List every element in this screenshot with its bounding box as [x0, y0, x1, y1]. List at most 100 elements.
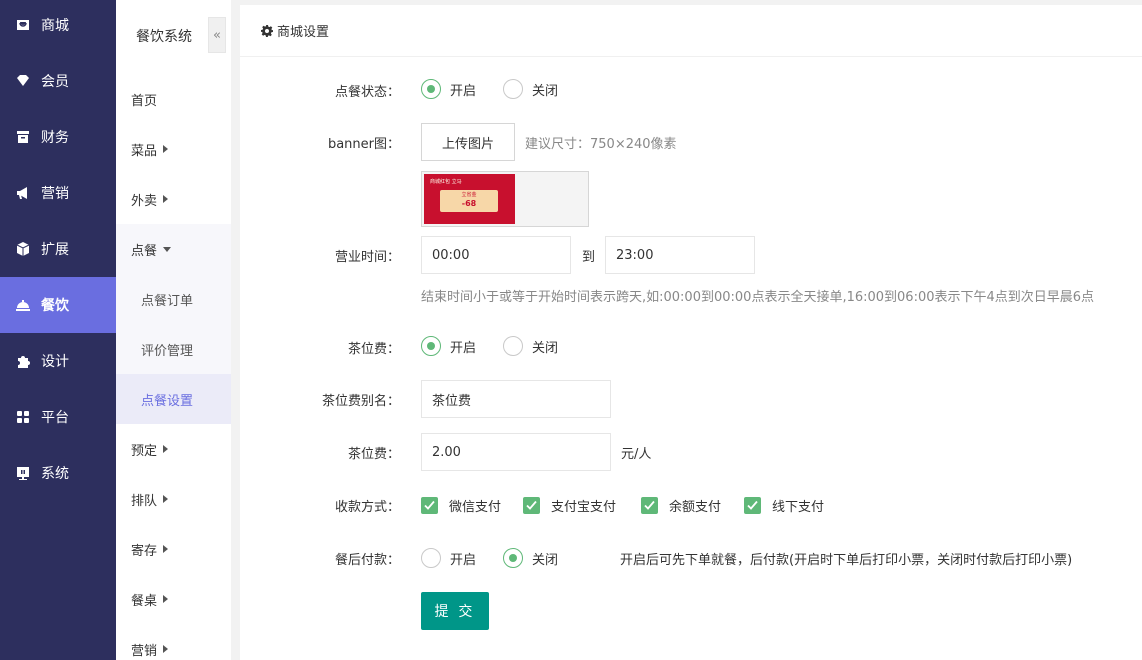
banner-coupon-amount: -68: [461, 199, 477, 208]
subnav-item-label: 菜品: [131, 143, 158, 159]
check-icon: [421, 497, 438, 514]
checkbox-label: 支付宝支付: [551, 500, 617, 515]
payment-label: 收款方式：: [334, 500, 400, 515]
check-icon: [641, 497, 658, 514]
payment-offline-checkbox[interactable]: 线下支付: [744, 496, 824, 515]
tea-alias-label: 茶位费别名：: [321, 394, 400, 409]
time-separator: 到: [582, 250, 596, 265]
panel-header: 商城设置: [240, 5, 1142, 57]
subnav-sub-label: 评价管理: [141, 343, 194, 359]
chevron-right-icon: [163, 545, 169, 553]
subnav-item-marketing[interactable]: 营销: [116, 624, 231, 660]
sidebar-item-system[interactable]: 系统: [0, 445, 116, 501]
banner-coupon: 立省金 -68: [440, 190, 498, 212]
system-icon: [16, 466, 30, 480]
subnav-sub-orders[interactable]: 点餐订单: [116, 274, 231, 324]
start-time-input[interactable]: [421, 236, 571, 274]
business-hours-label: 营业时间：: [334, 250, 400, 265]
subnav-item-label: 寄存: [131, 543, 158, 559]
submit-button[interactable]: 提 交: [421, 592, 489, 630]
subnav-item-label: 排队: [131, 493, 158, 509]
subnav-item-label: 首页: [131, 93, 158, 109]
radio-circle: [503, 548, 523, 568]
subnav-item-reservation[interactable]: 预定: [116, 424, 231, 474]
subnav-item-label: 外卖: [131, 193, 158, 209]
check-icon: [744, 497, 761, 514]
sidebar-item-label: 商城: [41, 18, 69, 34]
banner-size-hint: 建议尺寸：750×240像素: [525, 137, 677, 152]
sidebar-item-extension[interactable]: 扩展: [0, 221, 116, 277]
subnav-item-label: 餐桌: [131, 593, 158, 609]
sidebar-item-shop[interactable]: 商城: [0, 0, 116, 53]
tea-fee-on-radio[interactable]: 开启: [421, 336, 476, 356]
radio-label: 开启: [450, 340, 477, 356]
finance-icon: [16, 130, 30, 144]
sidebar-item-label: 会员: [41, 74, 69, 90]
radio-label: 关闭: [532, 552, 559, 568]
subnav-item-ordering[interactable]: 点餐: [116, 224, 231, 274]
pay-after-hint: 开启后可先下单就餐，后付款(开启时下单后打印小票，关闭时付款后打印小票): [620, 553, 1073, 568]
banner-coupon-sub: 立省金: [461, 192, 477, 198]
radio-label: 开启: [450, 83, 477, 99]
subnav-item-home[interactable]: 首页: [116, 74, 231, 124]
platform-icon: [16, 410, 30, 424]
sidebar-item-label: 平台: [41, 410, 69, 426]
tea-fee-label: 茶位费：: [347, 342, 400, 357]
subnav-item-takeout[interactable]: 外卖: [116, 174, 231, 224]
settings-panel: 商城设置 点餐状态： 开启 关闭 banner图： 上传图片 建议尺寸：750×…: [240, 5, 1142, 660]
sidebar-item-platform[interactable]: 平台: [0, 389, 116, 445]
sidebar-item-design[interactable]: 设计: [0, 333, 116, 389]
tea-price-unit: 元/人: [621, 447, 652, 462]
chevron-right-icon: [163, 495, 169, 503]
pay-after-on-radio[interactable]: 开启: [421, 548, 476, 568]
tea-alias-input[interactable]: [421, 380, 611, 418]
sidebar-item-member[interactable]: 会员: [0, 53, 116, 109]
member-icon: [16, 74, 30, 88]
sidebar-item-label: 扩展: [41, 242, 69, 258]
subnav-sub-settings[interactable]: 点餐设置: [116, 374, 231, 424]
subnav-item-storage[interactable]: 寄存: [116, 524, 231, 574]
subnav-sub-reviews[interactable]: 评价管理: [116, 324, 231, 374]
payment-alipay-checkbox[interactable]: 支付宝支付: [523, 496, 616, 515]
radio-circle: [503, 336, 523, 356]
chevron-right-icon: [163, 645, 169, 653]
tea-fee-off-radio[interactable]: 关闭: [503, 336, 558, 356]
tea-price-label: 茶位费：: [347, 447, 400, 462]
sidebar-item-label: 设计: [41, 354, 69, 370]
subnav-item-tables[interactable]: 餐桌: [116, 574, 231, 624]
checkbox-label: 线下支付: [772, 500, 825, 515]
upload-image-button[interactable]: 上传图片: [421, 123, 515, 161]
banner-image: 商城红包 立马 立省金 -68: [424, 174, 515, 224]
sidebar-item-label: 营销: [41, 186, 69, 202]
radio-circle: [421, 548, 441, 568]
payment-balance-checkbox[interactable]: 余额支付: [641, 496, 721, 515]
order-status-label: 点餐状态：: [334, 85, 400, 100]
subnav-item-dishes[interactable]: 菜品: [116, 124, 231, 174]
banner-preview: 商城红包 立马 立省金 -68: [421, 171, 589, 227]
radio-label: 关闭: [532, 340, 559, 356]
tea-price-input[interactable]: [421, 433, 611, 471]
shop-icon: [16, 18, 30, 32]
sidebar-item-marketing[interactable]: 营销: [0, 165, 116, 221]
radio-circle: [421, 79, 441, 99]
chevron-right-icon: [163, 145, 169, 153]
sidebar-item-finance[interactable]: 财务: [0, 109, 116, 165]
subnav-item-queue[interactable]: 排队: [116, 474, 231, 524]
sidebar-item-label: 系统: [41, 466, 69, 482]
subnav-item-label: 营销: [131, 643, 158, 659]
restaurant-icon: [16, 298, 30, 312]
pay-after-off-radio[interactable]: 关闭: [503, 548, 558, 568]
subnav-item-label: 点餐: [131, 243, 158, 259]
sidebar-item-restaurant[interactable]: 餐饮: [0, 277, 116, 333]
sub-sidebar-title: 餐饮系统: [136, 29, 192, 45]
order-status-off-radio[interactable]: 关闭: [503, 79, 558, 99]
order-status-on-radio[interactable]: 开启: [421, 79, 476, 99]
radio-circle: [503, 79, 523, 99]
payment-wechat-checkbox[interactable]: 微信支付: [421, 496, 501, 515]
chevron-right-icon: [163, 195, 169, 203]
collapse-button[interactable]: «: [208, 17, 226, 53]
end-time-input[interactable]: [605, 236, 755, 274]
radio-label: 关闭: [532, 83, 559, 99]
sidebar-item-label: 财务: [41, 130, 69, 146]
extension-icon: [16, 242, 30, 256]
